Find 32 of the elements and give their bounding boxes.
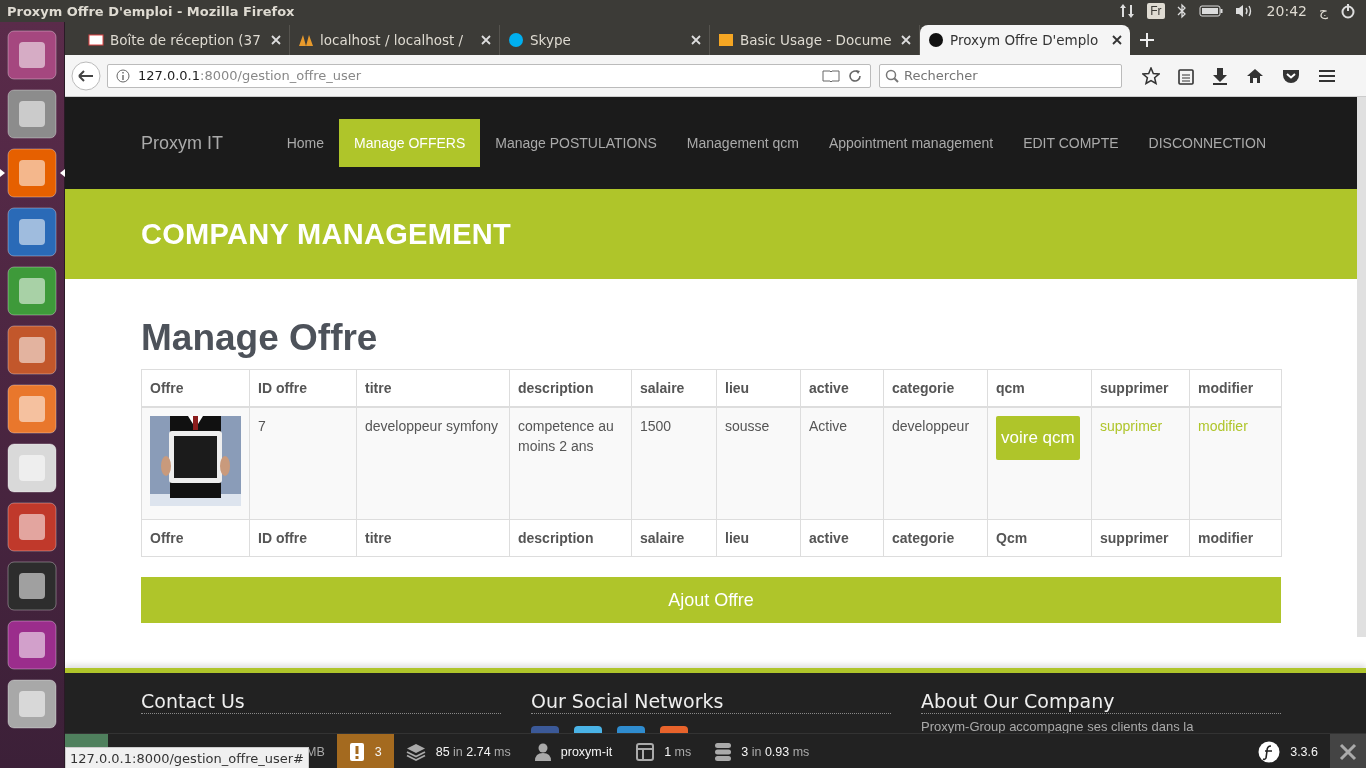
table-cell: developpeur symfony — [365, 418, 499, 434]
toolbar-value: 3 — [374, 745, 382, 759]
table-cell: 7 — [258, 418, 266, 434]
column-footer: description — [509, 519, 632, 557]
footer-heading: Contact Us — [141, 690, 501, 714]
column-footer: lieu — [716, 519, 801, 557]
footer-text: Proxym-Group accompagne ses clients dans la — [921, 719, 1195, 734]
toolbar-value: proxym-it — [560, 745, 613, 759]
column-footer: active — [800, 519, 884, 557]
table-cell: Active — [809, 418, 848, 434]
column-footer: categorie — [883, 519, 988, 557]
footer-heading: About Our Company — [921, 690, 1281, 714]
version-number: 3.3.6 — [1290, 745, 1318, 759]
link-status-tooltip: 127.0.0.1:8000/gestion_offre_user# — [65, 747, 309, 768]
column-footer: Offre — [141, 519, 250, 557]
column-footer: supprimer — [1091, 519, 1190, 557]
table-cell: competence au moins 2 ans — [518, 418, 614, 454]
toolbar-value: 85 in 2.74 ms — [435, 745, 511, 759]
toolbar-value: 1 ms — [664, 745, 692, 759]
window-title: Proxym Offre D'emploi - Mozilla Firefox — [7, 3, 295, 19]
column-footer: salaire — [631, 519, 717, 557]
column-footer: ID offre — [249, 519, 357, 557]
table-cell: developpeur — [892, 418, 970, 434]
table-cell: sousse — [725, 418, 770, 434]
column-footer: modifier — [1189, 519, 1282, 557]
column-footer: Qcm — [987, 519, 1092, 557]
table-cell: 1500 — [640, 418, 672, 434]
footer-heading: Our Social Networks — [531, 690, 891, 714]
column-footer: titre — [356, 519, 510, 557]
page-heading: Manage Offre — [141, 317, 379, 359]
toolbar-value: 3 in 0.93 ms — [741, 745, 810, 759]
banner-title: COMPANY MANAGEMENT — [141, 217, 513, 251]
